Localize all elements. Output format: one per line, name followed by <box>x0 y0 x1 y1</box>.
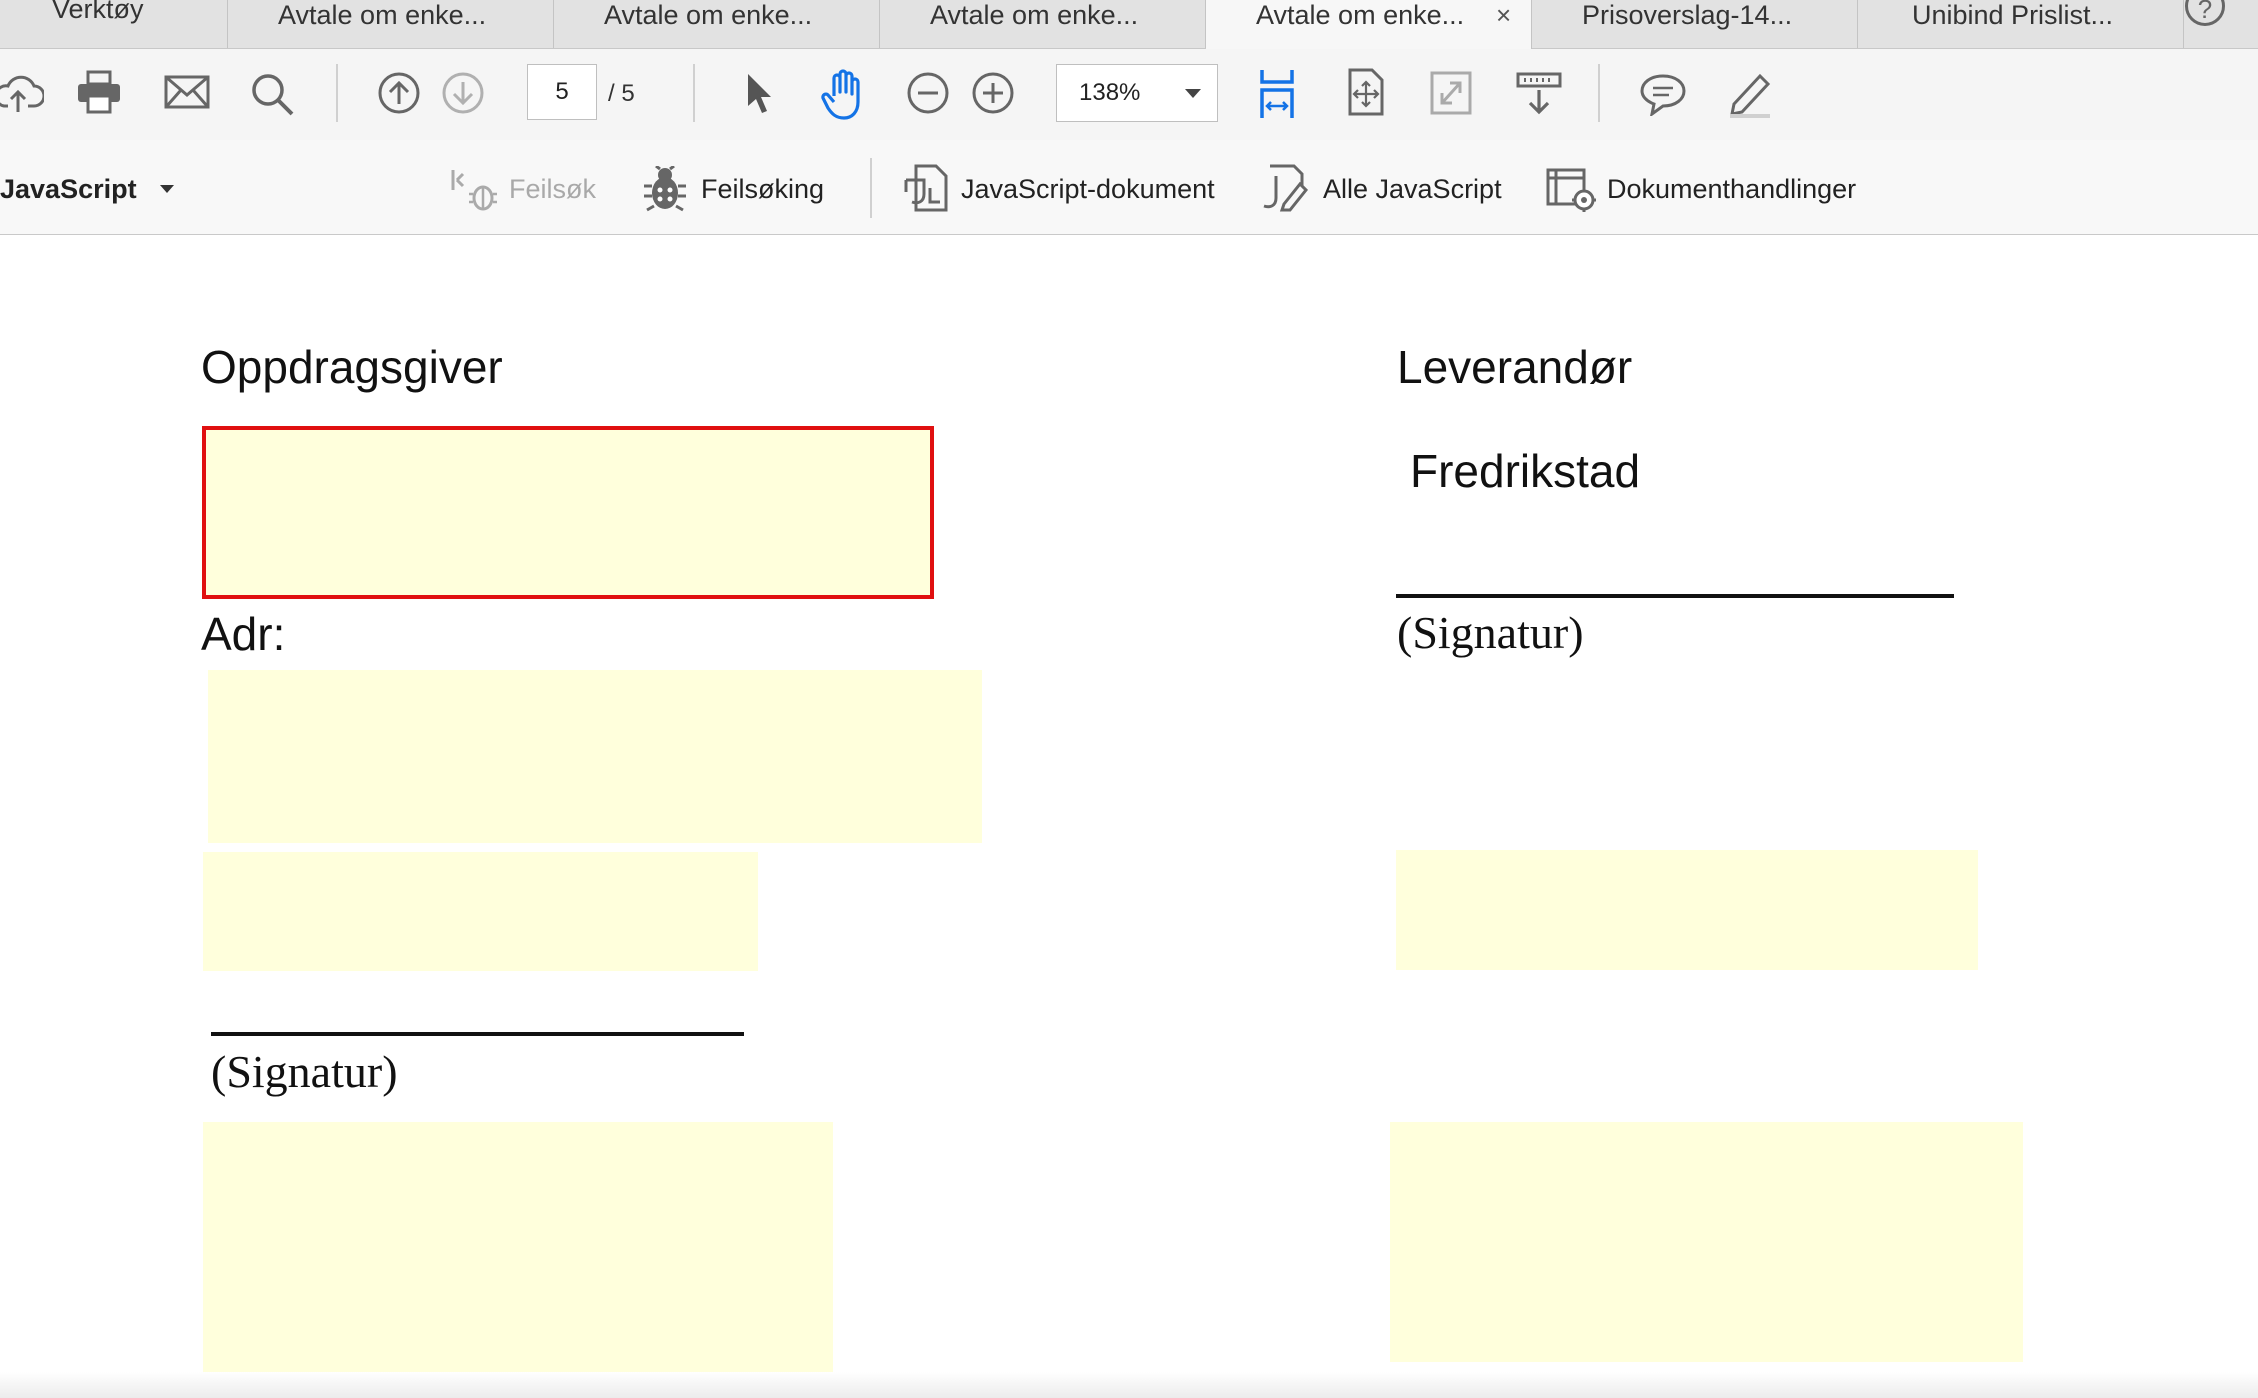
tab-document-unibind[interactable]: Unibind Prislist... <box>1858 0 2184 48</box>
address-label: Adr: <box>201 608 286 660</box>
page-down-icon[interactable] <box>441 71 485 115</box>
highlight-pen-icon[interactable] <box>1726 70 1774 118</box>
help-icon[interactable]: ? <box>2185 0 2225 26</box>
client-date-field[interactable] <box>203 1122 833 1377</box>
tab-label: Unibind Prislist... <box>1912 0 2114 30</box>
zoom-in-icon[interactable] <box>971 71 1015 115</box>
tab-label: Avtale om enke... <box>930 0 1139 30</box>
read-mode-icon[interactable] <box>1516 70 1562 116</box>
toolbar-divider <box>870 158 872 218</box>
client-heading: Oppdragsgiver <box>201 341 503 393</box>
all-javascript-icon[interactable] <box>1260 160 1310 212</box>
signature-label-left: (Signatur) <box>211 1046 398 1097</box>
page-bottom-shadow <box>0 1372 2258 1398</box>
debugger-button[interactable]: Feilsøking <box>701 174 824 205</box>
debug-step-icon <box>451 170 497 211</box>
fit-page-icon[interactable] <box>1346 68 1386 116</box>
fit-width-icon[interactable] <box>1256 68 1298 120</box>
supplier-heading: Leverandør <box>1397 341 1633 393</box>
supplier-date-field[interactable] <box>1390 1122 2023 1362</box>
tab-label: Avtale om enke... <box>604 0 813 30</box>
chevron-down-icon[interactable] <box>160 185 174 193</box>
mail-icon[interactable] <box>164 75 210 109</box>
signature-line-left <box>211 1032 744 1036</box>
tab-document-prisoverslag[interactable]: Prisoverslag-14... <box>1532 0 1858 48</box>
toolbar-divider <box>1598 64 1600 122</box>
upload-cloud-icon[interactable] <box>0 70 44 116</box>
select-cursor-icon[interactable] <box>744 72 774 116</box>
tab-label: Verktøy <box>52 0 144 24</box>
document-actions-button[interactable]: Dokumenthandlinger <box>1607 174 1856 205</box>
signature-label-right: (Signatur) <box>1397 607 1584 658</box>
page-up-icon[interactable] <box>377 71 421 115</box>
tab-tools[interactable]: Verktøy <box>0 0 228 48</box>
signature-line-right <box>1396 594 1954 598</box>
tab-document-3[interactable]: Avtale om enke... <box>880 0 1206 48</box>
bug-icon[interactable] <box>642 166 688 212</box>
tab-label: Avtale om enke... <box>1256 0 1465 30</box>
toolbar-divider <box>693 64 695 122</box>
tab-bar: Verktøy Avtale om enke... Avtale om enke… <box>0 0 2258 49</box>
supplier-city: Fredrikstad <box>1410 445 1641 497</box>
javascript-document-icon[interactable] <box>900 162 950 214</box>
close-tab-icon[interactable]: × <box>1496 0 1511 30</box>
address-field-2[interactable] <box>203 852 758 971</box>
javascript-menu[interactable]: JavaScript <box>0 174 137 205</box>
tab-document-active[interactable]: Avtale om enke... × <box>1206 0 1532 49</box>
search-icon[interactable] <box>250 72 294 116</box>
supplier-field-1[interactable] <box>1396 850 1978 970</box>
address-field-1[interactable] <box>208 670 982 843</box>
fullscreen-icon[interactable] <box>1430 71 1472 115</box>
document-actions-icon[interactable] <box>1546 166 1596 212</box>
toolbar-divider <box>336 64 338 122</box>
client-name-field[interactable] <box>202 426 934 599</box>
comment-icon[interactable] <box>1640 72 1686 116</box>
tab-document-1[interactable]: Avtale om enke... <box>228 0 554 48</box>
chevron-down-icon[interactable] <box>1185 89 1201 98</box>
zoom-out-icon[interactable] <box>906 71 950 115</box>
javascript-document-button[interactable]: JavaScript-dokument <box>961 174 1215 205</box>
page-total: / 5 <box>608 80 635 107</box>
debug-step-button[interactable]: Feilsøk <box>509 174 596 205</box>
page-number-input[interactable]: 5 <box>527 64 597 120</box>
print-icon[interactable] <box>76 70 122 114</box>
tab-label: Prisoverslag-14... <box>1582 0 1793 30</box>
hand-icon[interactable] <box>820 68 868 120</box>
tab-label: Avtale om enke... <box>278 0 487 30</box>
all-javascript-button[interactable]: Alle JavaScript <box>1323 174 1502 205</box>
tab-document-2[interactable]: Avtale om enke... <box>554 0 880 48</box>
